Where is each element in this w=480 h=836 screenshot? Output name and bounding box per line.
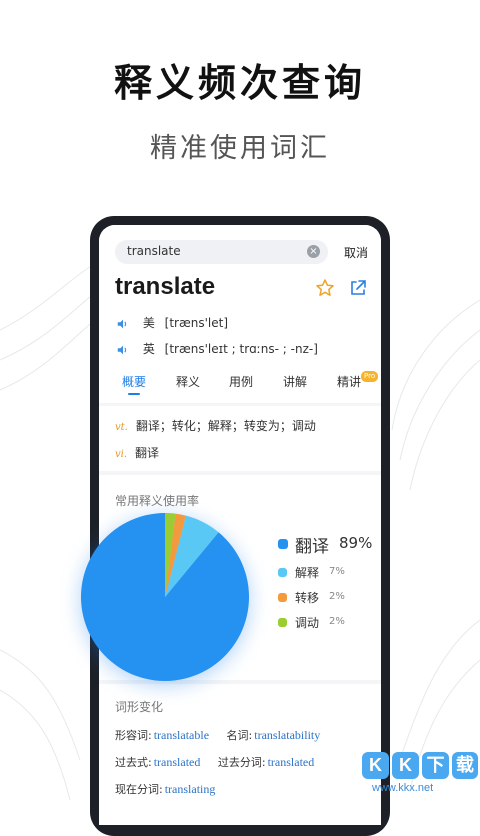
legend-label-2: 转移 bbox=[295, 591, 320, 605]
usage-title: 常用释义使用率 bbox=[115, 494, 200, 508]
watermark-letter: 载 bbox=[452, 752, 478, 779]
star-icon[interactable] bbox=[315, 278, 335, 298]
pron-uk-region: 英 bbox=[142, 342, 155, 356]
tab-overview[interactable]: 概要 bbox=[122, 373, 146, 390]
legend-dot-2 bbox=[278, 593, 287, 602]
definition-text: 翻译；转化；解释；转变为；调动 bbox=[135, 419, 316, 433]
legend-dot-0 bbox=[278, 539, 288, 549]
usage-pie-chart bbox=[80, 513, 249, 681]
form-label: 名词: bbox=[226, 729, 253, 742]
form-value-link[interactable]: translated bbox=[154, 755, 201, 769]
share-icon[interactable] bbox=[348, 278, 368, 298]
watermark-letter: K bbox=[392, 752, 419, 779]
pro-badge: Pro bbox=[361, 371, 379, 382]
form-value-link[interactable]: translatable bbox=[154, 728, 209, 742]
pron-us-ipa: [træns'let] bbox=[164, 316, 229, 330]
watermark-letter: K bbox=[362, 752, 389, 779]
tab-explanation[interactable]: 讲解 bbox=[283, 373, 307, 390]
tab-bar: 概要 释义 用例 讲解 精讲 Pro bbox=[99, 371, 381, 397]
legend-pct-3: 2% bbox=[329, 616, 345, 627]
form-label: 过去分词: bbox=[217, 756, 266, 769]
form-value-link[interactable]: translated bbox=[268, 755, 315, 769]
speaker-icon[interactable] bbox=[115, 343, 131, 357]
promo-subline: 精准使用词汇 bbox=[150, 133, 330, 164]
word-form-row: 现在分词: translating bbox=[115, 781, 215, 797]
pron-us: 美 [træns'let] bbox=[115, 314, 228, 331]
form-value-link[interactable]: translating bbox=[165, 782, 216, 796]
tab-detailed[interactable]: 精讲 bbox=[337, 373, 361, 390]
word-forms-title: 词形变化 bbox=[115, 700, 164, 714]
promo-headline: 释义频次查询 bbox=[113, 61, 366, 105]
search-input[interactable]: translate × bbox=[115, 240, 328, 264]
legend-label-1: 解释 bbox=[295, 566, 320, 580]
word-header-card: translate × 取消 translate 美 [træns'let] 英 bbox=[99, 225, 381, 403]
definitions-card: vt. 翻译；转化；解释；转变为；调动 vi. 翻译 bbox=[99, 406, 381, 471]
legend-pct-0: 89% bbox=[339, 534, 373, 552]
form-label: 形容词: bbox=[115, 729, 152, 742]
legend-label-3: 调动 bbox=[295, 616, 320, 630]
tab-definitions[interactable]: 释义 bbox=[176, 373, 200, 390]
definition-text: 翻译 bbox=[135, 446, 160, 460]
headword: translate bbox=[115, 273, 216, 300]
part-of-speech: vi. bbox=[115, 449, 128, 460]
cancel-button[interactable]: 取消 bbox=[344, 244, 368, 261]
definition-row: vt. 翻译；转化；解释；转变为；调动 bbox=[115, 417, 316, 434]
legend-dot-1 bbox=[278, 568, 287, 577]
legend-dot-3 bbox=[278, 618, 287, 627]
word-form-row: 形容词: translatable 名词: translatability bbox=[115, 727, 320, 743]
form-value-link[interactable]: translatability bbox=[254, 728, 320, 742]
pron-uk-ipa: [træns'leɪt ; trɑːns- ; -nz-] bbox=[164, 342, 318, 356]
form-label: 现在分词: bbox=[115, 783, 163, 796]
pron-us-region: 美 bbox=[142, 316, 155, 330]
word-form-row: 过去式: translated 过去分词: translated bbox=[115, 754, 314, 770]
form-label: 过去式: bbox=[115, 756, 152, 769]
definition-row: vi. 翻译 bbox=[115, 444, 159, 461]
legend-pct-1: 7% bbox=[329, 566, 345, 577]
watermark-letter: 下 bbox=[422, 752, 449, 779]
pron-uk: 英 [træns'leɪt ; trɑːns- ; -nz-] bbox=[115, 340, 318, 357]
legend-label-0: 翻译 bbox=[295, 537, 329, 557]
part-of-speech: vt. bbox=[115, 422, 128, 433]
speaker-icon[interactable] bbox=[115, 317, 131, 331]
watermark-site: www.kkx.net bbox=[372, 782, 434, 794]
tab-active-indicator bbox=[128, 393, 140, 395]
word-forms-card: 词形变化 形容词: translatable 名词: translatability… bbox=[99, 684, 381, 825]
search-input-value: translate bbox=[127, 244, 181, 258]
tab-examples[interactable]: 用例 bbox=[229, 373, 253, 390]
clear-icon[interactable]: × bbox=[307, 245, 320, 258]
legend-pct-2: 2% bbox=[329, 591, 345, 602]
